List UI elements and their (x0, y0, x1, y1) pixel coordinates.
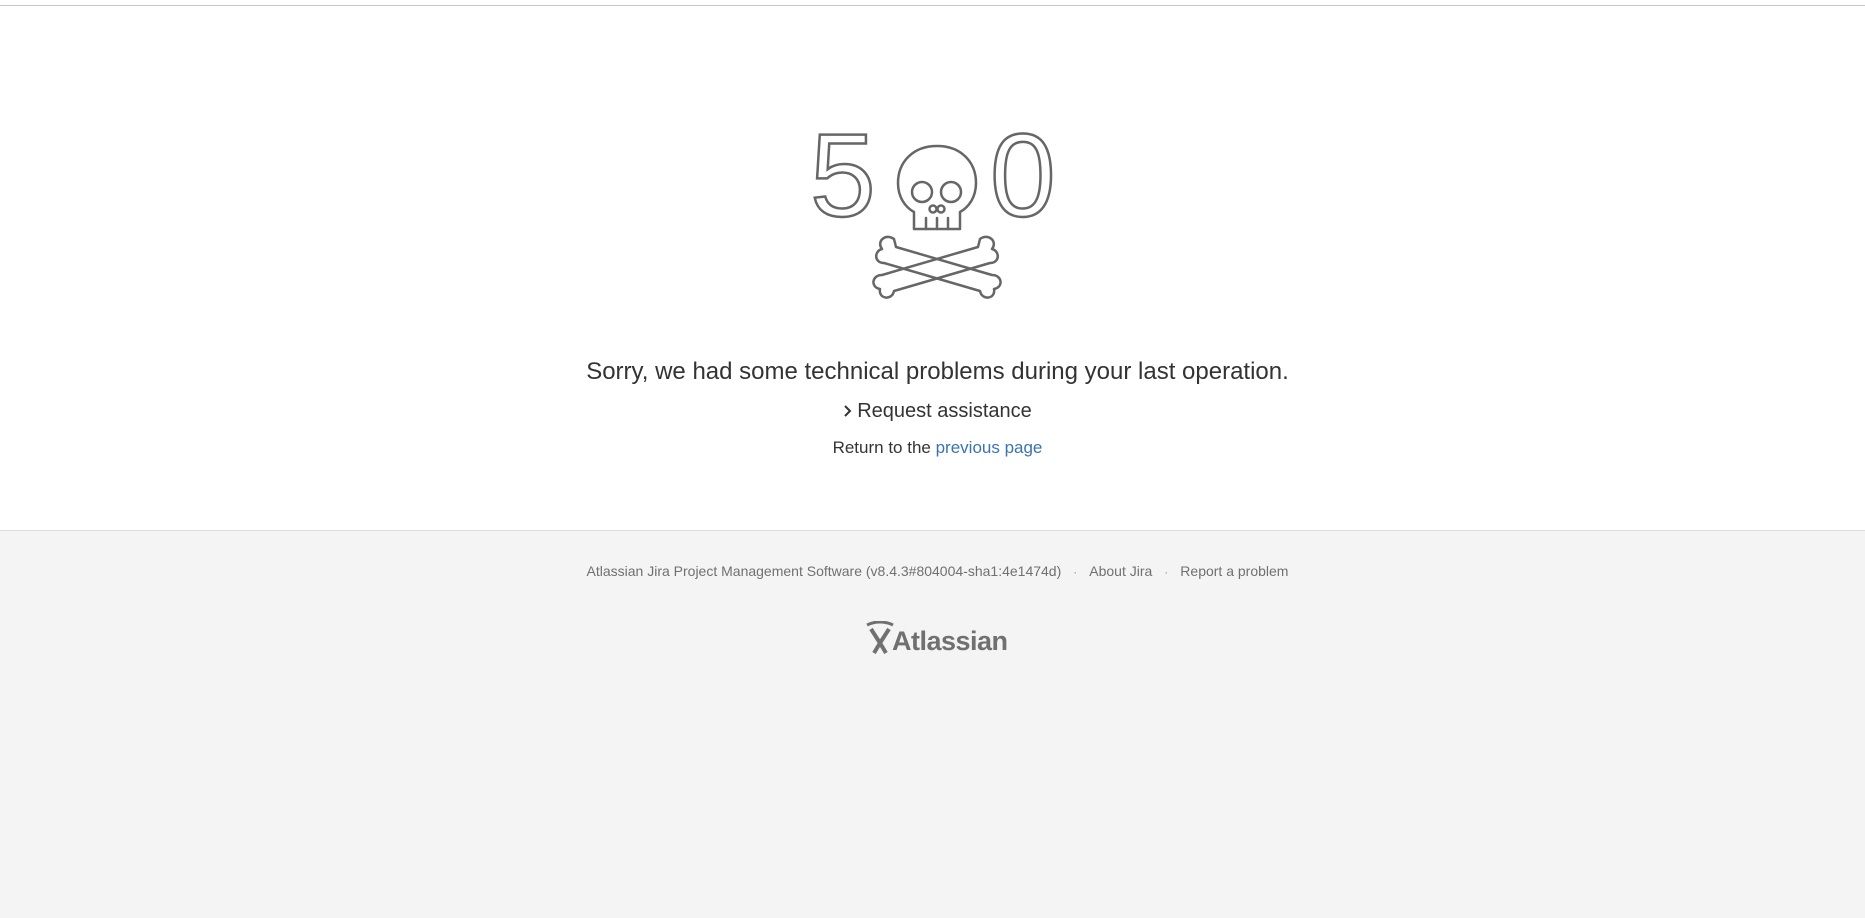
request-assistance-label: Request assistance (857, 400, 1032, 422)
crossbones-icon (872, 235, 1002, 299)
report-problem-link[interactable]: Report a problem (1180, 563, 1288, 579)
return-prefix: Return to the (832, 438, 931, 457)
about-jira-link[interactable]: About Jira (1089, 563, 1152, 579)
footer-separator: · (1073, 565, 1078, 579)
return-line: Return to the previous page (0, 436, 1865, 460)
skull-icon (896, 144, 978, 231)
atlassian-logo[interactable]: Atlassian (865, 621, 1015, 661)
error-500-skull-graphic: 5 0 (810, 121, 1057, 299)
footer: Atlassian Jira Project Management Softwa… (0, 530, 1865, 918)
error-page-main: 5 0 Sorry, we had some technical problem… (0, 6, 1865, 530)
error-digit-five: 5 (810, 121, 876, 242)
previous-page-link[interactable]: previous page (936, 438, 1043, 457)
software-version: Atlassian Jira Project Management Softwa… (586, 563, 1062, 579)
footer-links: Atlassian Jira Project Management Softwa… (0, 561, 1865, 582)
atlassian-logo-icon (866, 621, 894, 655)
error-digit-zero: 0 (990, 121, 1056, 242)
atlassian-logo-text: Atlassian (892, 626, 1008, 656)
chevron-right-icon (844, 405, 852, 417)
footer-separator: · (1164, 565, 1169, 579)
error-message: Sorry, we had some technical problems du… (586, 358, 1289, 385)
request-assistance-toggle[interactable]: Request assistance (0, 398, 1865, 424)
